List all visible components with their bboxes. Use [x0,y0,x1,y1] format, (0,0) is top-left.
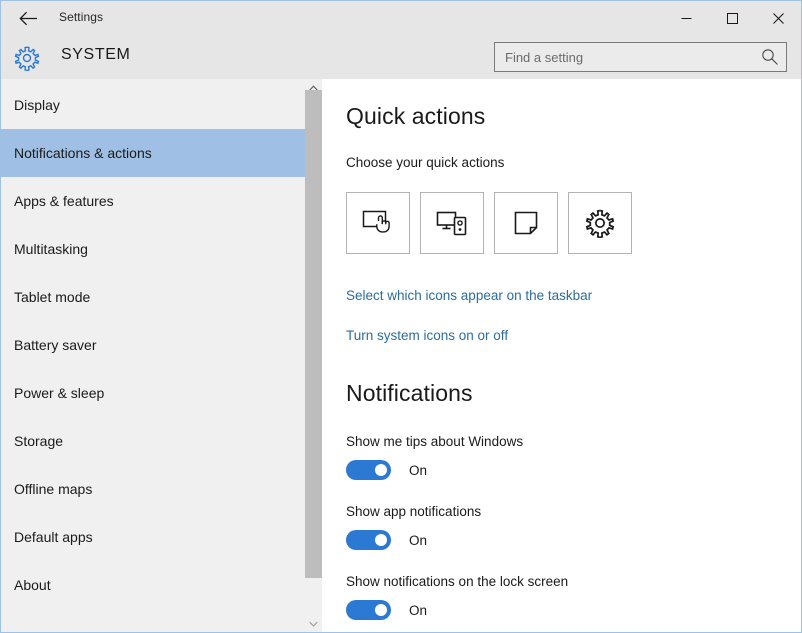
toggle-knob [375,464,387,476]
sidebar-item-label: Offline maps [1,481,92,497]
sidebar-item-tablet-mode[interactable]: Tablet mode [1,273,305,321]
chevron-down-icon [309,621,318,627]
sidebar-item-label: Default apps [1,529,93,545]
note-icon [511,208,541,238]
gear-icon [14,45,40,71]
toggle-knob [375,534,387,546]
setting-label-app-notifications: Show app notifications [346,504,481,519]
close-icon [773,13,784,24]
toggle-show-app-notifications[interactable] [346,530,391,550]
toggle-knob [375,604,387,616]
setting-row-lock-screen-notifications: On [346,600,427,620]
search-icon[interactable] [761,48,779,66]
tablet-mode-icon [361,208,395,238]
toggle-state-label: On [409,533,427,548]
link-select-taskbar-icons[interactable]: Select which icons appear on the taskbar [346,288,592,303]
settings-gear-icon [585,208,615,238]
sidebar-item-notifications-and-actions[interactable]: Notifications & actions [1,129,305,177]
window-controls [663,1,801,35]
page-title: SYSTEM [61,46,130,64]
sidebar-item-label: Apps & features [1,193,114,209]
quick-action-tile-all-settings[interactable] [568,192,632,254]
minimize-icon [681,13,692,24]
sidebar-item-label: Multitasking [1,241,88,257]
quick-action-tiles [346,192,632,254]
setting-label-show-tips: Show me tips about Windows [346,434,523,449]
sidebar-item-battery-saver[interactable]: Battery saver [1,321,305,369]
toggle-show-notifications-on-lock-screen[interactable] [346,600,391,620]
sidebar-item-label: Battery saver [1,337,96,353]
title-bar: Settings [1,1,801,37]
home-gear-button[interactable] [11,42,43,74]
sidebar-item-label: Notifications & actions [1,145,152,161]
window-title: Settings [59,10,103,24]
setting-label-lock-screen-notifications: Show notifications on the lock screen [346,574,568,589]
sidebar-item-about[interactable]: About [1,561,305,609]
setting-row-show-tips: On [346,460,427,480]
scroll-down-button[interactable] [305,615,322,632]
quick-action-tile-note[interactable] [494,192,558,254]
sidebar-item-power-and-sleep[interactable]: Power & sleep [1,369,305,417]
scrollbar-thumb[interactable] [305,90,322,578]
sidebar-item-display[interactable]: Display [1,81,305,129]
quick-action-tile-connect[interactable] [420,192,484,254]
settings-content: Quick actions Choose your quick actions [322,79,801,632]
quick-actions-subheading: Choose your quick actions [346,155,504,170]
settings-window: Settings [0,0,802,633]
notifications-heading: Notifications [346,380,473,407]
minimize-button[interactable] [663,1,709,35]
toggle-state-label: On [409,603,427,618]
sidebar-item-label: About [1,577,51,593]
search-box[interactable] [494,42,787,72]
link-turn-system-icons[interactable]: Turn system icons on or off [346,328,508,343]
maximize-icon [727,13,738,24]
sidebar-item-offline-maps[interactable]: Offline maps [1,465,305,513]
quick-action-tile-tablet-mode[interactable] [346,192,410,254]
setting-row-app-notifications: On [346,530,427,550]
sidebar-item-apps-and-features[interactable]: Apps & features [1,177,305,225]
back-arrow-icon [19,11,38,26]
sidebar-item-label: Power & sleep [1,385,104,401]
sidebar-item-storage[interactable]: Storage [1,417,305,465]
sidebar-item-multitasking[interactable]: Multitasking [1,225,305,273]
search-input[interactable] [495,43,757,71]
sidebar-item-label: Storage [1,433,63,449]
connect-display-icon [435,208,469,238]
maximize-button[interactable] [709,1,755,35]
sidebar-item-label: Display [1,97,60,113]
sidebar-scrollbar[interactable] [305,79,322,632]
settings-sidebar: Display Notifications & actions Apps & f… [1,79,305,632]
close-button[interactable] [755,1,801,35]
sidebar-item-default-apps[interactable]: Default apps [1,513,305,561]
toggle-show-tips-about-windows[interactable] [346,460,391,480]
back-button[interactable] [7,1,49,35]
sidebar-item-label: Tablet mode [1,289,90,305]
toggle-state-label: On [409,463,427,478]
quick-actions-heading: Quick actions [346,103,485,130]
